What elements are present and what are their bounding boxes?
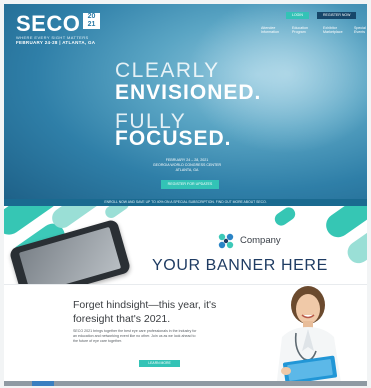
logo-year-badge: 20 21: [83, 13, 100, 29]
login-button[interactable]: LOGIN: [286, 12, 309, 19]
seco-logo[interactable]: SECO: [16, 11, 80, 37]
event-city: ATLANTA, GA: [175, 168, 199, 172]
logo-year-bottom: 21: [87, 21, 96, 28]
company-name: Company: [240, 235, 281, 246]
nav-exhibitor-marketplace[interactable]: Exhibitor Marketplace: [323, 26, 343, 35]
headline-envisioned: ENVISIONED.: [115, 81, 262, 104]
decorative-shape: [272, 206, 298, 229]
footer-strip-tag: [32, 381, 54, 386]
footer-strip: [4, 381, 367, 386]
company-logo-icon: [218, 233, 234, 249]
headline-focused: FOCUSED.: [115, 127, 232, 150]
nav-education-program[interactable]: Education Program: [292, 26, 310, 35]
register-now-button[interactable]: REGISTER NOW: [317, 12, 357, 19]
event-info: FEBRUARY 24 – 28, 2021 GEORGIA WORLD CON…: [147, 158, 227, 173]
register-updates-button[interactable]: REGISTER FOR UPDATES: [161, 180, 219, 189]
nav-special-events[interactable]: Special Events: [354, 26, 367, 35]
phone-image: [8, 218, 132, 284]
banner-ad[interactable]: Company YOUR BANNER HERE: [4, 206, 367, 284]
content-heading-line-2: foresight that's 2021.: [73, 313, 171, 325]
banner-title: YOUR BANNER HERE: [152, 257, 328, 274]
content-heading: Forget hindsight—this year, it's foresig…: [73, 298, 273, 326]
nav-attendee-information[interactable]: Attendee Information: [261, 26, 279, 35]
content-section: Forget hindsight—this year, it's foresig…: [4, 284, 367, 386]
logo-date: FEBRUARY 24-28 | ATLANTA, GA: [16, 40, 96, 45]
hero-bottom-text[interactable]: ENROLL NOW AND SAVE UP TO 40% ON A SPECI…: [4, 199, 367, 206]
decorative-shape: [102, 206, 132, 221]
content-heading-line-1: Forget hindsight—this year, it's: [73, 299, 217, 311]
hero-bottom-bar: ENROLL NOW AND SAVE UP TO 40% ON A SPECI…: [4, 199, 367, 206]
headline-clearly: CLEARLY: [115, 59, 220, 82]
page-frame: SECO 20 21 WHERE EVERY SIGHT MATTERS FEB…: [4, 4, 367, 386]
hero-section: SECO 20 21 WHERE EVERY SIGHT MATTERS FEB…: [4, 4, 367, 206]
logo-year-top: 20: [87, 13, 96, 20]
content-body: SECO 2021 brings together the best eye c…: [73, 329, 197, 343]
main-nav: Attendee Information Education Program E…: [261, 26, 367, 35]
learn-more-button[interactable]: LEARN MORE: [139, 360, 180, 367]
doctor-photo: [276, 286, 342, 386]
